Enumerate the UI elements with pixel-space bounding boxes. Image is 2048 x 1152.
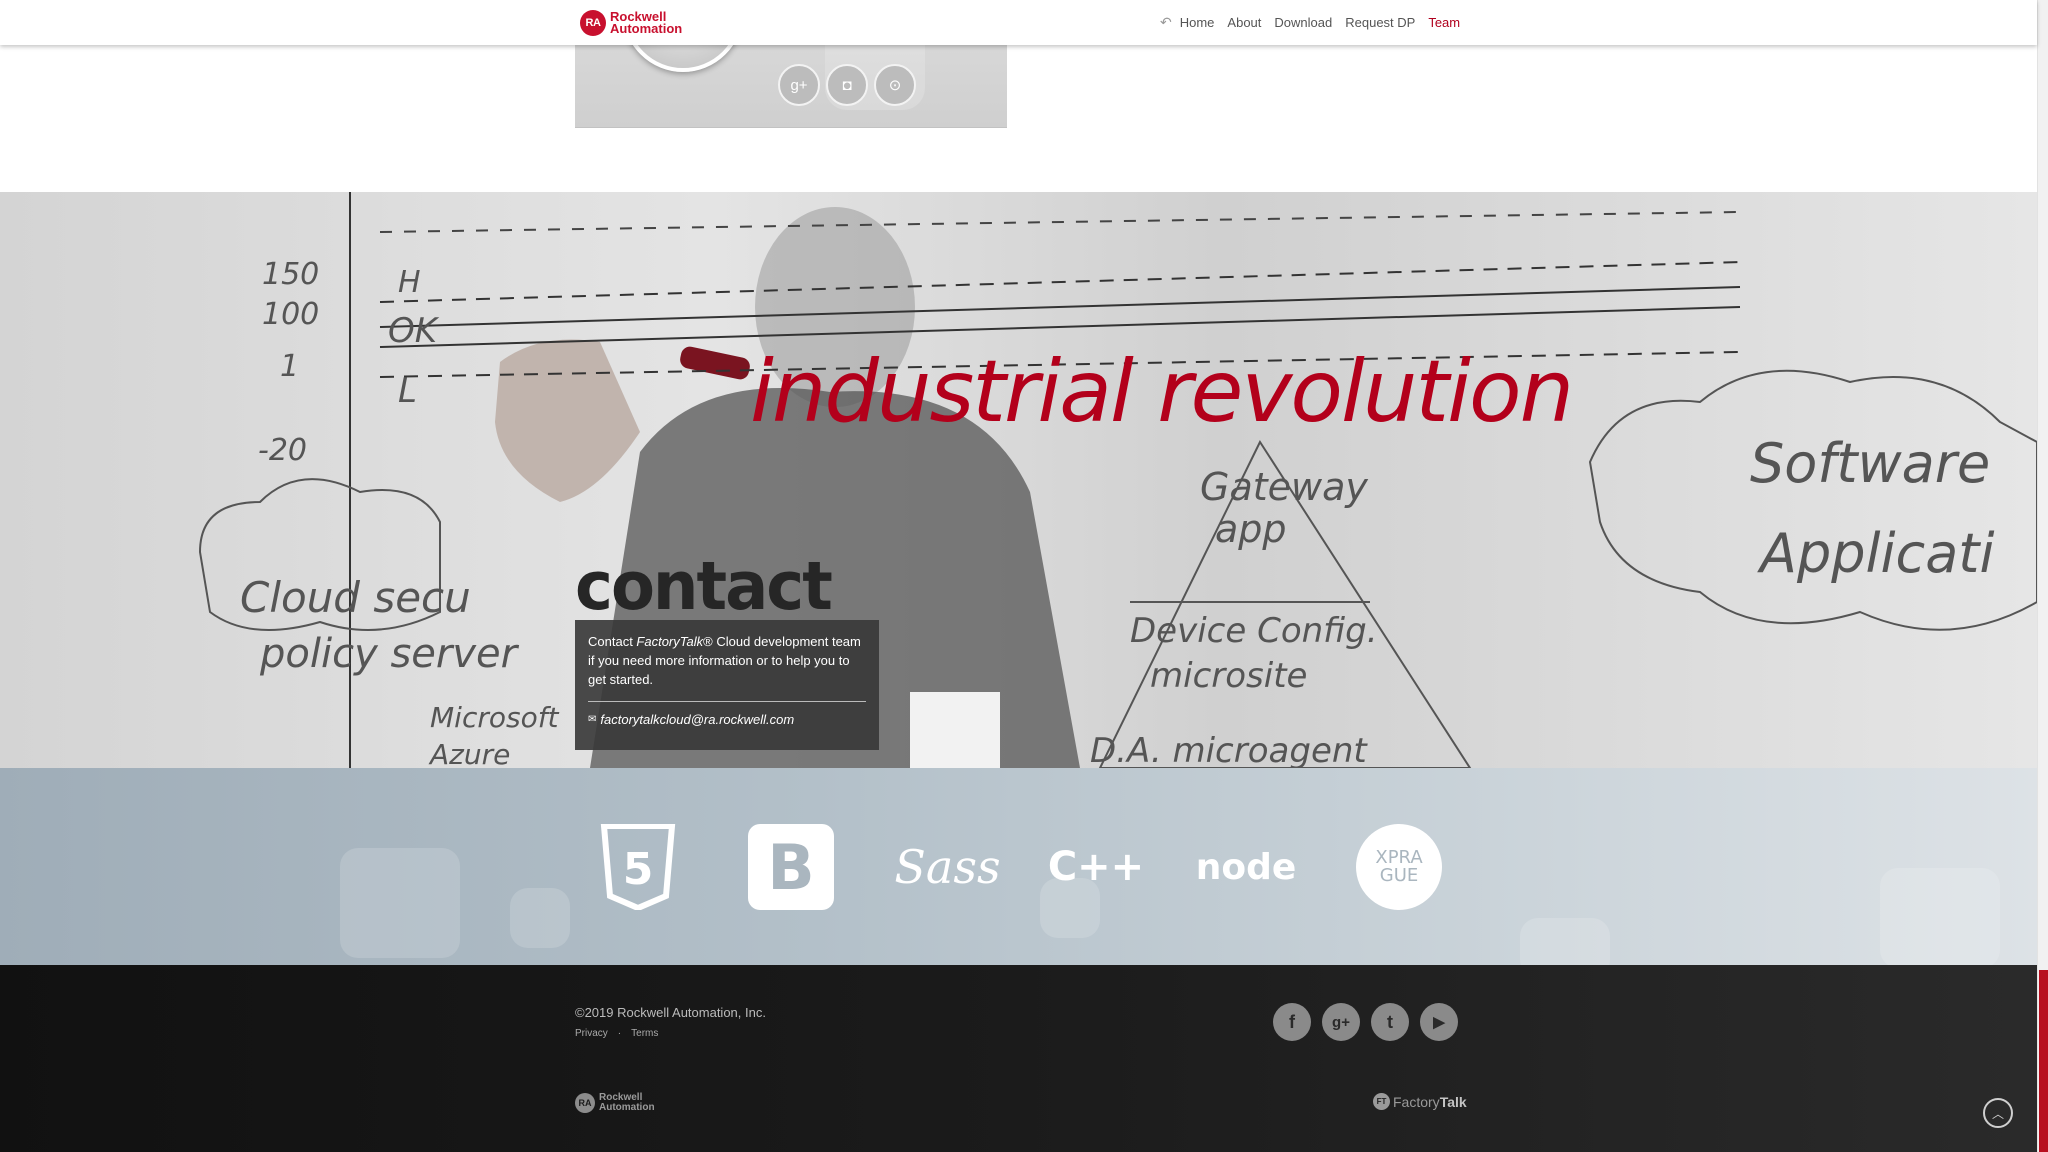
- note-app: app: [1215, 507, 1287, 551]
- dashed-line-3: [379, 211, 1741, 233]
- privacy-link[interactable]: Privacy: [575, 1028, 608, 1039]
- ghost-ft-icon: [1880, 868, 2000, 965]
- top-navbar: RA Rockwell Automation ↶ Home About Down…: [0, 0, 2037, 45]
- contact-description: Contact FactoryTalk® Cloud development t…: [588, 634, 861, 687]
- note-h: H: [398, 265, 421, 300]
- twitter-icon[interactable]: t: [1371, 1003, 1409, 1041]
- footer-links: Privacy · Terms: [575, 1028, 658, 1039]
- axis-label-neg20: -20: [258, 433, 307, 468]
- bootstrap-logo: B: [748, 824, 834, 910]
- ghost-ft-icon: [340, 848, 460, 958]
- nav-home[interactable]: Home: [1180, 15, 1215, 30]
- note-microsite: microsite: [1150, 656, 1307, 696]
- footer-rockwell-logo[interactable]: RA Rockwell Automation: [575, 1093, 655, 1113]
- chevron-up-circle-icon[interactable]: ︿: [1983, 1098, 2013, 1128]
- axis-label-150: 150: [262, 257, 319, 292]
- xpra-logo: XPRA GUE: [1356, 824, 1442, 910]
- ra-badge-icon: RA: [580, 10, 606, 36]
- contact-info-box: Contact FactoryTalk® Cloud development t…: [575, 620, 879, 750]
- google-plus-icon[interactable]: g+: [1322, 1003, 1360, 1041]
- scrollbar-thumb[interactable]: [2039, 970, 2048, 1152]
- hero-headline: industrial revolution: [750, 342, 1574, 442]
- whiteboard-background: 150 100 1 -20 H OK L Cloud secu policy s…: [198, 192, 2037, 768]
- main-nav: ↶ Home About Download Request DP Team: [1160, 14, 1460, 31]
- whiteboard-notes: 150 100 1 -20 H OK L Cloud secu policy s…: [240, 257, 1994, 768]
- brand-wordmark: Rockwell Automation: [610, 9, 683, 36]
- camera-icon[interactable]: ◘: [826, 64, 868, 106]
- note-ok: OK: [388, 311, 440, 351]
- dashed-line-1: [379, 261, 1741, 303]
- copyright-text: ©2019 Rockwell Automation, Inc.: [575, 1005, 766, 1020]
- axis-label-100: 100: [262, 297, 319, 332]
- cpp-logo: C++: [1047, 844, 1145, 890]
- solid-line-1: [379, 286, 1741, 328]
- github-icon[interactable]: ⊙: [874, 64, 916, 106]
- ft-badge-icon: FT: [1373, 1093, 1390, 1110]
- ghost-ft-icon: [1520, 918, 1610, 965]
- note-device-config: Device Config.: [1130, 611, 1378, 651]
- note-software: Software: [1750, 432, 1990, 495]
- terms-link[interactable]: Terms: [631, 1028, 658, 1039]
- product-name: FactoryTalk: [636, 634, 704, 649]
- ghost-ft-icon: [510, 888, 570, 948]
- contact-email[interactable]: factorytalkcloud@ra.rockwell.com: [600, 712, 794, 727]
- marker-pen: [680, 346, 750, 380]
- youtube-icon[interactable]: ▶: [1420, 1003, 1458, 1041]
- contact-email-link[interactable]: ✉ factorytalkcloud@ra.rockwell.com: [588, 712, 866, 727]
- note-gateway: Gateway: [1200, 465, 1368, 509]
- person-hand: [495, 339, 640, 502]
- link-separator: ·: [617, 1028, 622, 1039]
- note-policy-server: policy server: [259, 631, 520, 677]
- nav-team[interactable]: Team: [1428, 15, 1460, 30]
- page-scrollbar[interactable]: [2037, 0, 2048, 1152]
- note-azure: Azure: [428, 738, 510, 768]
- note-application: Applicati: [1757, 522, 1994, 585]
- google-plus-icon[interactable]: g+: [778, 64, 820, 106]
- cloud-right: [1588, 369, 2037, 631]
- html5-logo: 5: [595, 824, 681, 910]
- solid-line-2: [379, 306, 1741, 348]
- ra-badge-icon: RA: [575, 1093, 595, 1113]
- envelope-icon: ✉: [588, 714, 597, 725]
- nav-about[interactable]: About: [1227, 15, 1261, 30]
- note-microagent: D.A. microagent: [1090, 731, 1368, 768]
- note-l: L: [398, 371, 417, 411]
- svg-text:5: 5: [623, 844, 654, 895]
- nav-download[interactable]: Download: [1274, 15, 1332, 30]
- note-cloud-security: Cloud secu: [240, 573, 471, 622]
- site-footer: ©2019 Rockwell Automation, Inc. Privacy …: [0, 965, 2037, 1152]
- axis-label-1: 1: [280, 349, 299, 384]
- nav-request-dp[interactable]: Request DP: [1345, 15, 1415, 30]
- reply-arrow-icon[interactable]: ↶: [1160, 14, 1172, 31]
- contact-hero-section: 150 100 1 -20 H OK L Cloud secu policy s…: [0, 192, 2037, 768]
- factorytalk-logo[interactable]: FT Factory Talk: [1373, 1093, 1467, 1110]
- contact-heading: contact: [575, 548, 833, 626]
- sass-logo: Sass: [894, 840, 1001, 894]
- rockwell-logo[interactable]: RA Rockwell Automation: [580, 10, 682, 36]
- technology-strip: 5 B Sass C++ node XPRA GUE: [0, 768, 2037, 965]
- note-microsoft: Microsoft: [430, 701, 560, 734]
- nodejs-logo: node: [1195, 846, 1297, 888]
- contact-divider: [588, 701, 866, 702]
- facebook-icon[interactable]: f: [1273, 1003, 1311, 1041]
- lanyard-badge: [910, 692, 1000, 768]
